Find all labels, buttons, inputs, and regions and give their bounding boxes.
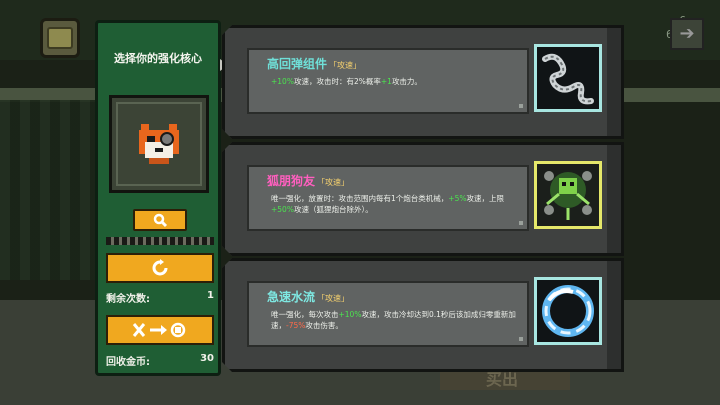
recycle-label: 回收金币:	[106, 357, 150, 368]
refresh-icon	[152, 259, 168, 276]
desc-fragment: 唯一强化，放置时：攻击范围内每有1个炮台类机械，	[271, 194, 449, 203]
desc-fragment: +10%	[338, 310, 362, 319]
desc-fragment: +5%	[448, 194, 467, 203]
core-select-panel: 选择你的强化核心 剩余次数: 1 回收金币: 30	[95, 20, 228, 376]
desc-fragment: +50%	[271, 205, 294, 214]
card-textbox: 急速水流 「攻速」 唯一强化，每次攻击+10%攻速，攻击冷却达到0.1秒后该加成归…	[247, 281, 529, 347]
panel-title: 选择你的强化核心	[114, 52, 202, 65]
remaining-label: 剩余次数:	[106, 294, 150, 305]
water-wave-icon	[534, 277, 602, 345]
card-name: 高回弹组件 「攻速」	[267, 57, 362, 71]
desc-fragment: 攻速（狐狸炮台除外）。	[293, 205, 373, 214]
spring-icon	[534, 44, 602, 112]
fox-friends-icon	[534, 161, 602, 229]
card-description: +10%攻速，攻击时：有2%概率+1攻击力。	[271, 76, 519, 87]
card-tag: 「攻速」	[317, 294, 350, 303]
recycle-to-coin-icon	[132, 322, 186, 338]
desc-fragment: +10%	[271, 77, 294, 86]
magnifier-icon	[153, 213, 168, 228]
desc-fragment: 攻速，上限	[466, 194, 504, 203]
card-description: 唯一强化，放置时：攻击范围内每有1个炮台类机械，+5%攻速，上限 +50%攻速（狐…	[271, 193, 519, 215]
desc-fragment: 攻击伤害。	[305, 321, 343, 330]
desc-fragment: 攻速，攻击时：有2%概率	[293, 77, 381, 86]
recycle-coin-row: 回收金币: 30	[106, 353, 214, 368]
card-textbox: 狐朋狗友 「攻速」 唯一强化，放置时：攻击范围内每有1个炮台类机械，+5%攻速，上…	[247, 165, 529, 231]
fox-avatar-icon	[139, 124, 179, 164]
card-textbox: 高回弹组件 「攻速」 +10%攻速，攻击时：有2%概率+1攻击力。	[247, 48, 529, 114]
desc-fragment: +1	[380, 77, 392, 86]
card-name: 狐朋狗友 「攻速」	[267, 174, 350, 188]
card-tag: 「攻速」	[329, 61, 362, 70]
core-portrait	[109, 95, 209, 193]
card-name: 急速水流 「攻速」	[267, 290, 350, 304]
arrow-right-icon[interactable]: ➔	[670, 18, 704, 50]
recycle-button[interactable]	[106, 315, 214, 345]
panel-divider	[106, 237, 214, 245]
remaining-count-row: 剩余次数: 1	[106, 290, 214, 305]
refresh-button[interactable]	[106, 253, 214, 283]
remaining-value: 1	[207, 290, 214, 301]
core-option-card[interactable]: 急速水流 「攻速」 唯一强化，每次攻击+10%攻速，攻击冷却达到0.1秒后该加成归…	[222, 258, 624, 372]
card-tag: 「攻速」	[317, 178, 350, 187]
core-option-card[interactable]: 高回弹组件 「攻速」 +10%攻速，攻击时：有2%概率+1攻击力。	[222, 25, 624, 139]
desc-fragment: -75%	[286, 321, 306, 330]
recycle-value: 30	[200, 353, 214, 364]
search-button[interactable]	[133, 209, 187, 231]
backpack-icon[interactable]	[40, 18, 80, 58]
desc-fragment: 攻击力。	[391, 77, 422, 86]
card-description: 唯一强化，每次攻击+10%攻速，攻击冷却达到0.1秒后该加成归零重新加速，-75…	[271, 309, 519, 331]
core-option-card[interactable]: 狐朋狗友 「攻速」 唯一强化，放置时：攻击范围内每有1个炮台类机械，+5%攻速，上…	[222, 142, 624, 256]
desc-fragment: 唯一强化，每次攻击	[271, 310, 339, 319]
